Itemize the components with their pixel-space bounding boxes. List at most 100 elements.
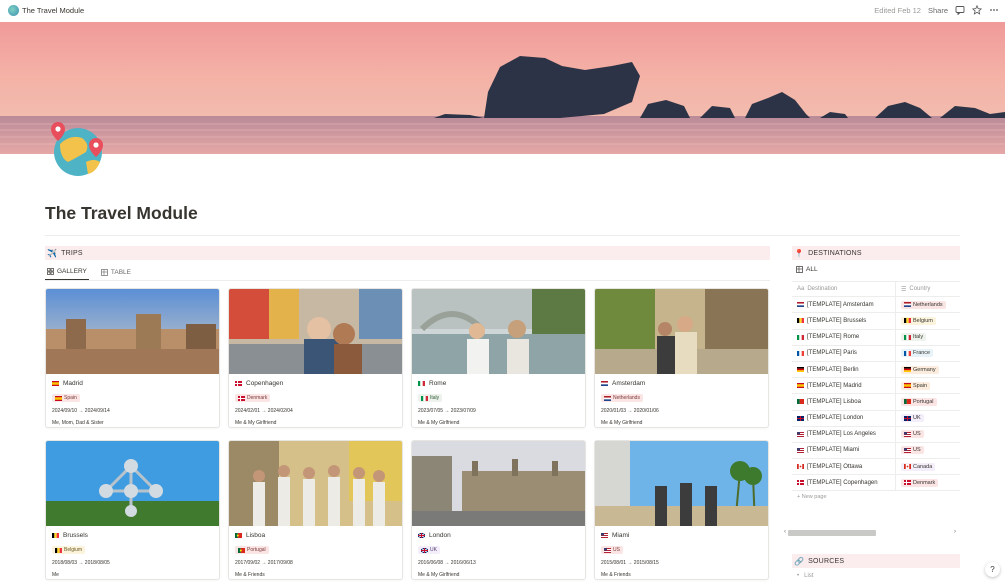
trip-card-london[interactable]: London UK 2016/06/08 → 2016/06/13 Me & M… [411,440,586,580]
country-cell[interactable]: US [896,427,924,442]
horizontal-scrollbar[interactable]: ‹ › [784,529,960,537]
sources-list-view[interactable]: • List [797,573,813,579]
destination-cell[interactable]: [TEMPLATE] Madrid [792,378,896,394]
table-row[interactable]: [TEMPLATE] Rome Italy [792,329,960,346]
country-tag: Belgium [901,316,936,325]
table-row[interactable]: [TEMPLATE] Lisboa Portugal [792,394,960,411]
country-cell[interactable]: Germany [896,362,939,377]
trip-companions: Me [52,572,59,578]
destination-cell[interactable]: [TEMPLATE] Los Angeles [792,426,896,442]
destination-cell[interactable]: [TEMPLATE] Copenhagen [792,475,896,491]
table-row[interactable]: [TEMPLATE] Miami US [792,442,960,460]
destination-cell[interactable]: [TEMPLATE] Amsterdam [792,297,896,313]
breadcrumb-title[interactable]: The Travel Module [22,6,84,15]
new-page-button[interactable]: + New page [797,494,827,500]
country-cell[interactable]: Belgium [896,313,936,328]
trip-card-copenhagen[interactable]: Copenhagen Denmark 2024/02/01 → 2024/02/… [228,288,403,428]
scroll-left-icon[interactable]: ‹ [784,529,786,535]
comment-icon[interactable] [955,5,965,15]
table-row[interactable]: [TEMPLATE] London UK [792,410,960,427]
table-header-row: Aa Destination ☰ Country [792,281,960,298]
destinations-heading[interactable]: 📍 DESTINATIONS [792,246,960,260]
view-tab-all[interactable]: ALL [796,266,818,273]
trip-card-madrid[interactable]: Madrid Spain 2024/09/10 → 2024/09/14 Me,… [45,288,220,428]
table-icon [101,268,108,276]
trip-card-miami[interactable]: Miami US 2015/08/01 → 2015/08/15 Me & Fr… [594,440,769,580]
destination-cell[interactable]: [TEMPLATE] Miami [792,442,896,459]
denmark-flag-icon [797,480,804,486]
share-button[interactable]: Share [928,6,948,15]
trip-card-amsterdam[interactable]: Amsterdam Netherlands 2020/01/03 → 2020/… [594,288,769,428]
table-row[interactable]: [TEMPLATE] Ottawa Canada [792,459,960,476]
country-tag: Germany [901,365,939,374]
help-button[interactable]: ? [985,562,1000,577]
country-cell[interactable]: UK [896,411,924,426]
trip-name: Copenhagen [235,380,283,387]
destination-cell[interactable]: [TEMPLATE] Rome [792,329,896,345]
table-row[interactable]: [TEMPLATE] Los Angeles US [792,426,960,443]
portugal-flag-icon [235,533,242,538]
tab-table[interactable]: TABLE [99,264,133,280]
tab-gallery-label: GALLERY [57,268,87,275]
country-tag: Italy [418,394,443,402]
country-cell[interactable]: Spain [896,378,931,393]
destination-cell[interactable]: [TEMPLATE] Ottawa [792,459,896,475]
trip-card-lisboa[interactable]: Lisboa Portugal 2017/09/02 → 2017/09/08 … [228,440,403,580]
uk-flag-icon [421,547,428,553]
country-cell[interactable]: Netherlands [896,297,946,312]
trips-heading[interactable]: ✈️ TRIPS [45,246,770,260]
country-tag: US [901,430,924,439]
portugal-flag-icon [797,399,804,405]
globe-pin-icon[interactable] [46,118,108,180]
table-row[interactable]: [TEMPLATE] Paris France [792,345,960,362]
italy-flag-icon [904,334,911,340]
table-row[interactable]: [TEMPLATE] Berlin Germany [792,361,960,379]
destination-name: [TEMPLATE] Ottawa [807,463,863,470]
table-row[interactable]: [TEMPLATE] Brussels Belgium [792,313,960,330]
scrollbar-thumb[interactable] [788,530,876,536]
tab-gallery[interactable]: GALLERY [45,264,89,280]
country-cell[interactable]: Portugal [896,394,937,409]
us-flag-icon [797,431,804,437]
table-row[interactable]: [TEMPLATE] Madrid Spain [792,378,960,395]
destination-cell[interactable]: [TEMPLATE] London [792,410,896,426]
column-header-destination[interactable]: Aa Destination [792,282,896,297]
italy-flag-icon [421,395,428,401]
table-row[interactable]: [TEMPLATE] Copenhagen Denmark [792,475,960,492]
destinations-heading-label: DESTINATIONS [808,249,862,257]
trip-dates: 2023/07/05 → 2023/07/09 [418,408,476,414]
trip-photo [412,289,585,374]
table-row[interactable]: [TEMPLATE] Amsterdam Netherlands [792,297,960,314]
country-tag: Denmark [235,394,271,402]
country-tag: Netherlands [901,300,946,309]
country-cell[interactable]: France [896,346,934,361]
destination-cell[interactable]: [TEMPLATE] Berlin [792,361,896,378]
country-cell[interactable]: Canada [896,459,936,474]
country-tag: France [901,349,934,358]
divider [45,235,960,236]
country-cell[interactable]: Denmark [896,475,939,490]
text-type-icon: Aa [797,286,805,293]
scroll-right-icon[interactable]: › [954,529,956,535]
trip-card-brussels[interactable]: Brussels Belgium 2018/08/03 → 2018/08/05… [45,440,220,580]
destination-cell[interactable]: [TEMPLATE] Paris [792,345,896,361]
country-tag: Netherlands [601,394,643,402]
more-icon[interactable] [989,5,999,15]
trip-companions: Me & Friends [601,572,631,578]
destination-cell[interactable]: [TEMPLATE] Lisboa [792,394,896,410]
trip-name: Madrid [52,380,83,387]
trip-dates: 2017/09/02 → 2017/09/08 [235,560,293,566]
trip-card-rome[interactable]: Rome Italy 2023/07/05 → 2023/07/09 Me & … [411,288,586,428]
star-icon[interactable] [972,5,982,15]
destination-name: [TEMPLATE] Lisboa [807,398,861,405]
destination-cell[interactable]: [TEMPLATE] Brussels [792,313,896,329]
list-type-icon: ☰ [901,286,907,293]
column-header-country[interactable]: ☰ Country [896,282,930,296]
country-cell[interactable]: Italy [896,330,927,345]
destination-name: [TEMPLATE] Paris [807,350,857,357]
page-title[interactable]: The Travel Module [45,203,198,224]
country-cell[interactable]: US [896,443,924,458]
tab-table-label: TABLE [110,268,131,276]
country-tag: Denmark [901,478,939,487]
sources-heading[interactable]: 🔗 SOURCES [792,554,960,568]
